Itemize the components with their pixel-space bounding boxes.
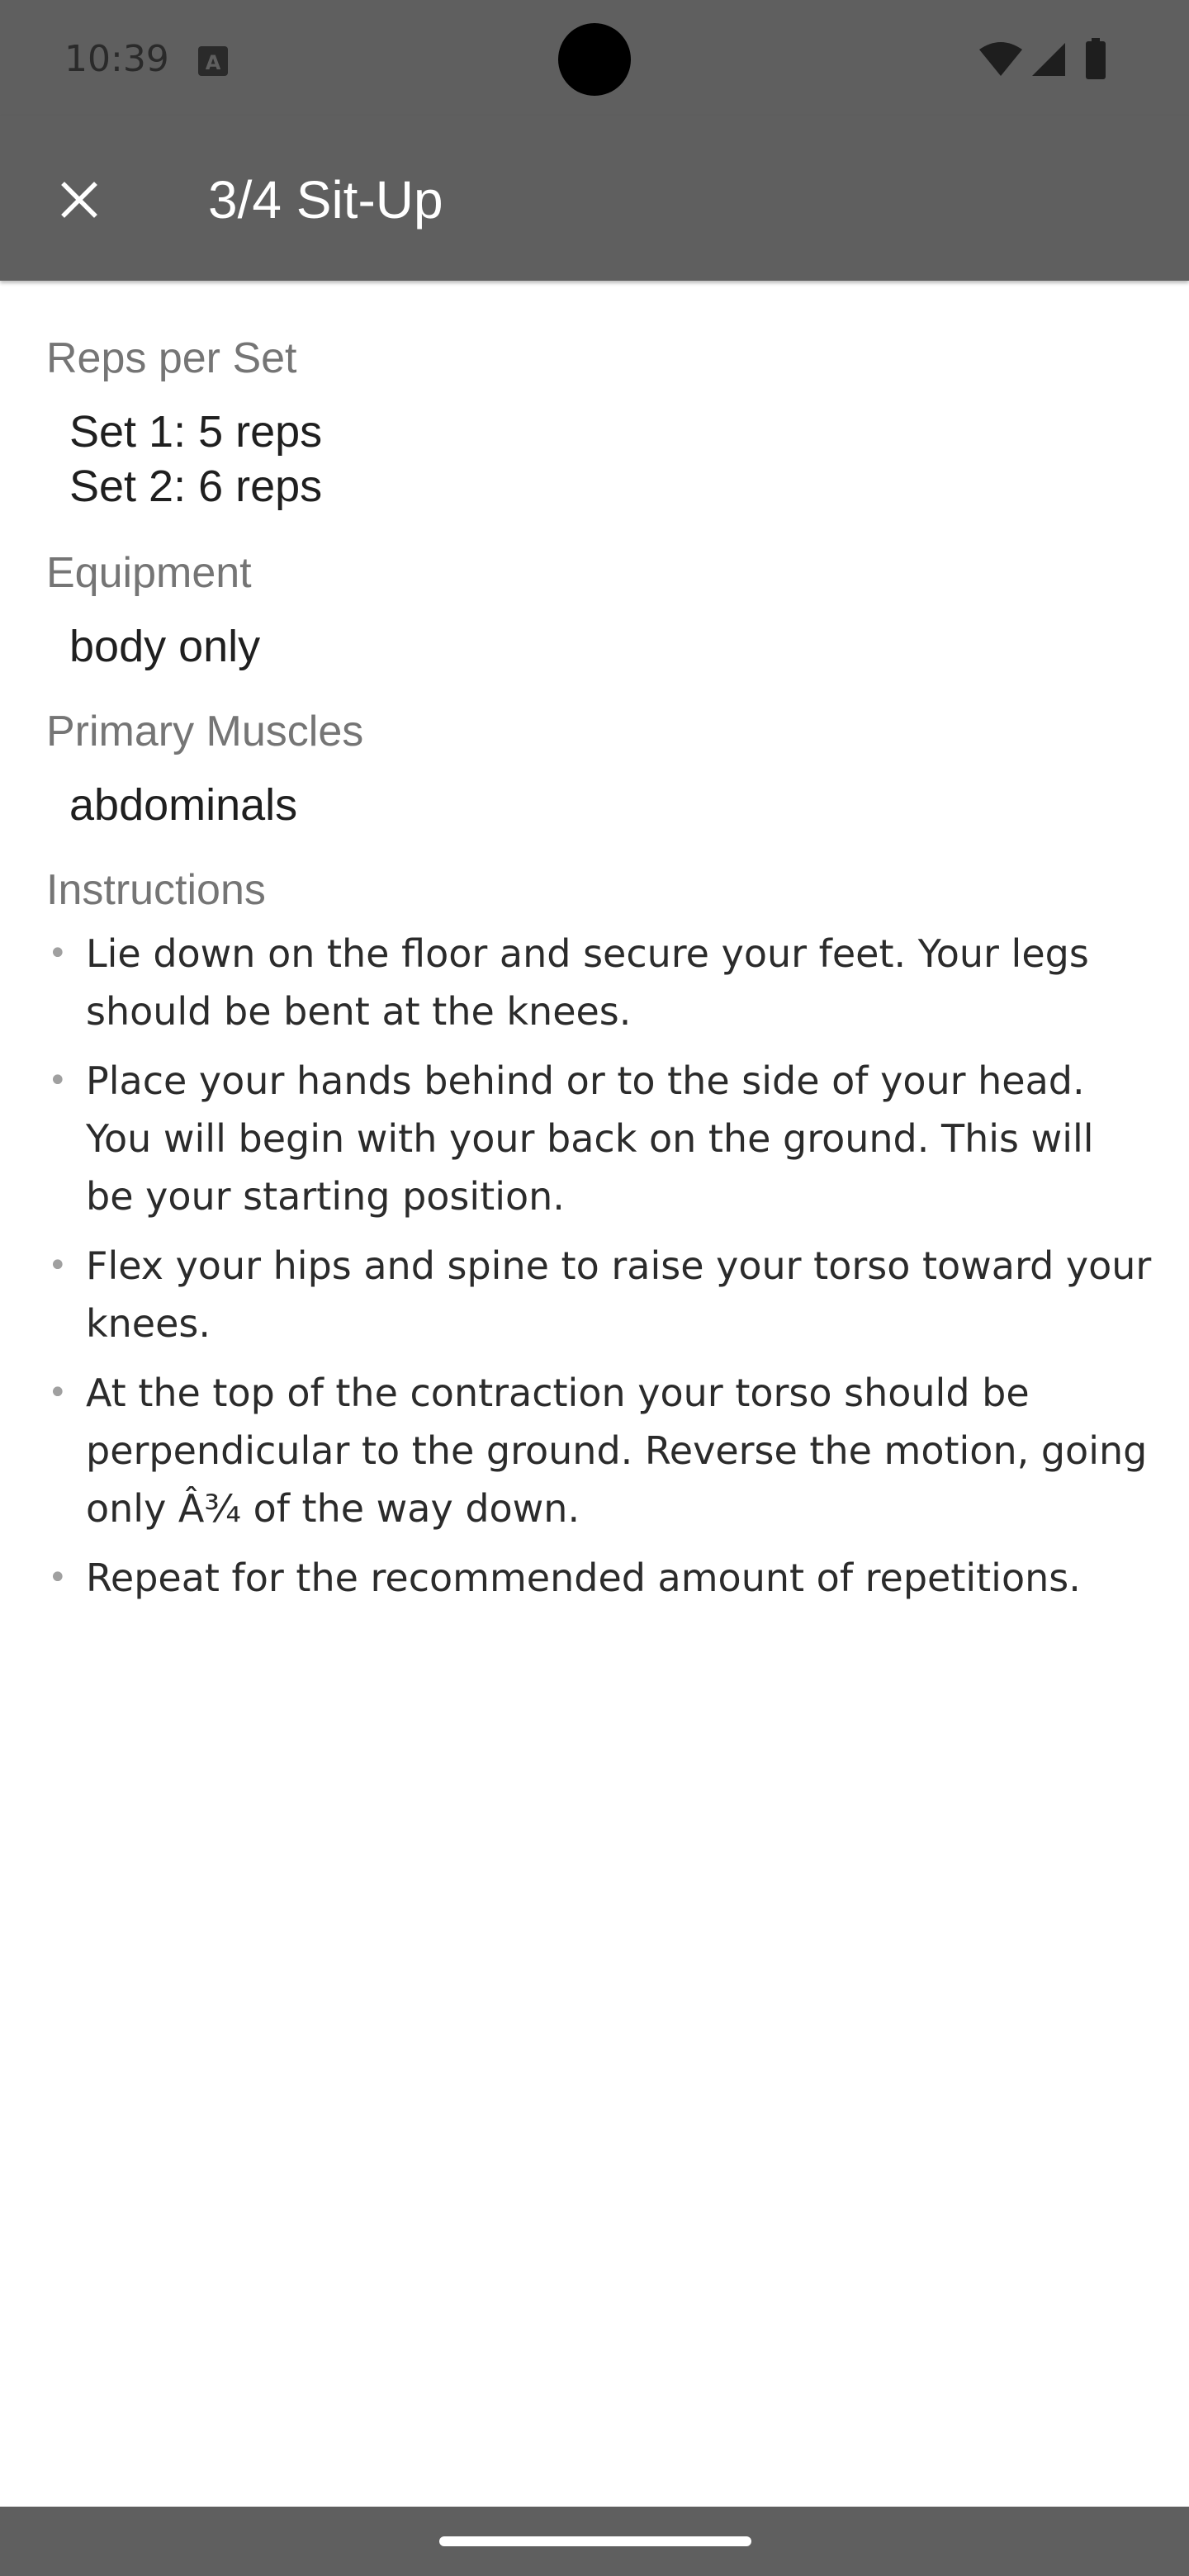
close-button[interactable] — [45, 165, 114, 234]
reps-set-2: Set 2: 6 reps — [69, 462, 323, 511]
navigation-bar — [0, 2507, 1189, 2576]
svg-text:A: A — [206, 51, 221, 74]
bullet-icon: • — [48, 1559, 68, 1597]
bullet-icon: • — [48, 935, 68, 973]
page-title: 3/4 Sit-Up — [208, 170, 443, 230]
instructions-label: Instructions — [46, 866, 266, 914]
primary-muscles-value: abdominals — [69, 780, 298, 830]
instruction-item: • Repeat for the recommended amount of r… — [46, 1549, 1153, 1607]
instructions-list: • Lie down on the floor and secure your … — [46, 925, 1153, 1618]
instruction-item: • Flex your hips and spine to raise your… — [46, 1237, 1153, 1352]
instruction-item: • At the top of the contraction your tor… — [46, 1364, 1153, 1537]
signal-icon — [1032, 43, 1065, 76]
bullet-icon: • — [48, 1247, 68, 1285]
instruction-item: • Place your hands behind or to the side… — [46, 1052, 1153, 1225]
camera-cutout — [558, 23, 631, 96]
instruction-item: • Lie down on the floor and secure your … — [46, 925, 1153, 1040]
wifi-icon — [979, 42, 1022, 76]
instruction-text: Repeat for the recommended amount of rep… — [86, 1556, 1081, 1600]
reps-set-1: Set 1: 5 reps — [69, 407, 323, 457]
instruction-text: Lie down on the floor and secure your fe… — [86, 931, 1089, 1034]
home-gesture-handle[interactable] — [439, 2536, 751, 2546]
a-notification-icon: A — [198, 46, 228, 76]
primary-muscles-label: Primary Muscles — [46, 708, 364, 755]
battery-icon — [1086, 38, 1106, 79]
equipment-value: body only — [69, 622, 261, 671]
reps-label: Reps per Set — [46, 334, 297, 382]
bullet-icon: • — [48, 1374, 68, 1412]
instruction-text: At the top of the contraction your torso… — [86, 1371, 1148, 1531]
status-time: 10:39 — [64, 38, 169, 80]
instruction-text: Flex your hips and spine to raise your t… — [86, 1243, 1152, 1346]
bullet-icon: • — [48, 1062, 68, 1100]
close-icon — [61, 182, 97, 218]
app-bar: 3/4 Sit-Up — [0, 116, 1189, 281]
equipment-label: Equipment — [46, 549, 252, 597]
status-bar: 10:39 A — [0, 0, 1189, 116]
instruction-text: Place your hands behind or to the side o… — [86, 1058, 1094, 1219]
